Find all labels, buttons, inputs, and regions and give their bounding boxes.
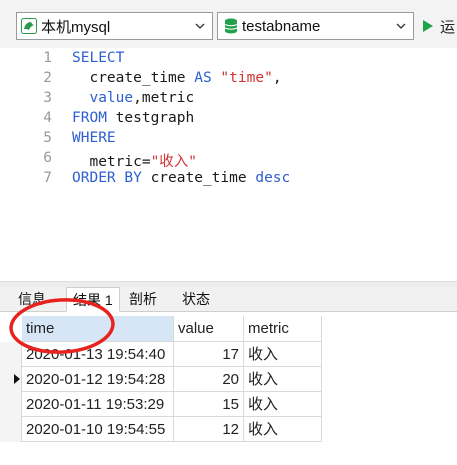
cell-time[interactable]: 2020-01-10 19:54:55 <box>22 417 174 442</box>
chevron-down-icon <box>396 23 406 29</box>
line-number: 4 <box>43 110 52 126</box>
run-button-label: 运 <box>440 18 456 36</box>
cell-value[interactable]: 20 <box>174 367 244 392</box>
chevron-down-icon <box>195 23 205 29</box>
sql-editor[interactable]: 1 2 3 4 5 6 7 SELECT create_time AS "time", val… <box>0 48 457 281</box>
cell-value[interactable]: 17 <box>174 342 244 367</box>
code-line[interactable]: value,metric <box>72 90 194 106</box>
sql-string: "time" <box>220 70 273 86</box>
query-toolbar: 本机mysql testabname 运 <box>0 0 457 49</box>
play-icon <box>423 20 433 32</box>
sql-text: create_time <box>72 70 195 86</box>
database-icon <box>224 18 238 34</box>
connection-select[interactable]: 本机mysql <box>16 12 213 40</box>
tab-result-1[interactable]: 结果 1 <box>66 287 120 312</box>
line-number: 5 <box>43 130 52 146</box>
column-header-metric[interactable]: metric <box>244 316 322 342</box>
cell-time[interactable]: 2020-01-11 19:53:29 <box>22 392 174 417</box>
sql-text: metric= <box>72 154 151 170</box>
cell-metric[interactable]: 收入 <box>244 417 322 442</box>
cell-metric[interactable]: 收入 <box>244 392 322 417</box>
database-select[interactable]: testabname <box>217 12 414 40</box>
cell-value[interactable]: 15 <box>174 392 244 417</box>
code-line[interactable]: ORDER BY create_time desc <box>72 170 290 186</box>
sql-string: "收入" <box>150 154 198 170</box>
sql-text: , <box>272 70 282 86</box>
line-number: 7 <box>43 170 52 186</box>
sql-keyword: FROM <box>72 110 107 126</box>
code-line[interactable]: FROM testgraph <box>72 110 194 126</box>
connection-select-label: 本机mysql <box>41 18 111 36</box>
sql-text: create_time <box>141 170 256 186</box>
code-line[interactable]: SELECT <box>72 50 124 66</box>
mysql-connection-icon <box>21 18 37 34</box>
sql-keyword: AS <box>194 70 212 86</box>
sql-text: ,metric <box>133 90 195 106</box>
cell-time[interactable]: 2020-01-12 19:54:28 <box>22 367 174 392</box>
line-number: 1 <box>43 50 52 66</box>
table-row[interactable]: 2020-01-13 19:54:40 17 收入 <box>0 342 457 367</box>
sql-keyword: value <box>89 90 134 106</box>
result-grid: time value metric 2020-01-13 19:54:40 17… <box>0 312 457 465</box>
table-row[interactable]: 2020-01-10 19:54:55 12 收入 <box>0 417 457 442</box>
column-header-time[interactable]: time <box>22 316 174 342</box>
tab-status[interactable]: 状态 <box>176 287 216 311</box>
cell-value[interactable]: 12 <box>174 417 244 442</box>
tab-profile[interactable]: 剖析 <box>123 287 163 311</box>
row-header[interactable] <box>0 392 22 417</box>
result-tabbar: 信息 结果 1 剖析 状态 <box>0 287 457 312</box>
table-row[interactable]: 2020-01-12 19:54:28 20 收入 <box>0 367 457 392</box>
database-select-label: testabname <box>242 17 321 35</box>
line-number: 3 <box>43 90 52 106</box>
cell-metric[interactable]: 收入 <box>244 342 322 367</box>
code-line[interactable]: create_time AS "time", <box>72 70 282 86</box>
column-header-value[interactable]: value <box>174 316 244 342</box>
sql-keyword: ORDER BY <box>72 170 142 186</box>
tab-info[interactable]: 信息 <box>12 287 52 311</box>
current-row-indicator-icon <box>14 374 20 384</box>
line-number: 6 <box>43 150 52 166</box>
sql-keyword: WHERE <box>72 130 116 146</box>
row-header[interactable] <box>0 367 22 392</box>
code-line[interactable]: WHERE <box>72 130 116 146</box>
row-header[interactable] <box>0 342 22 367</box>
sql-keyword: desc <box>255 170 291 186</box>
table-row[interactable]: 2020-01-11 19:53:29 15 收入 <box>0 392 457 417</box>
sql-keyword: SELECT <box>72 50 125 66</box>
sql-text: testgraph <box>106 110 195 126</box>
run-button[interactable]: 运 <box>422 12 457 40</box>
cell-metric[interactable]: 收入 <box>244 367 322 392</box>
row-header[interactable] <box>0 417 22 442</box>
line-number: 2 <box>43 70 52 86</box>
code-line[interactable]: metric="收入" <box>72 150 197 171</box>
cell-time[interactable]: 2020-01-13 19:54:40 <box>22 342 174 367</box>
